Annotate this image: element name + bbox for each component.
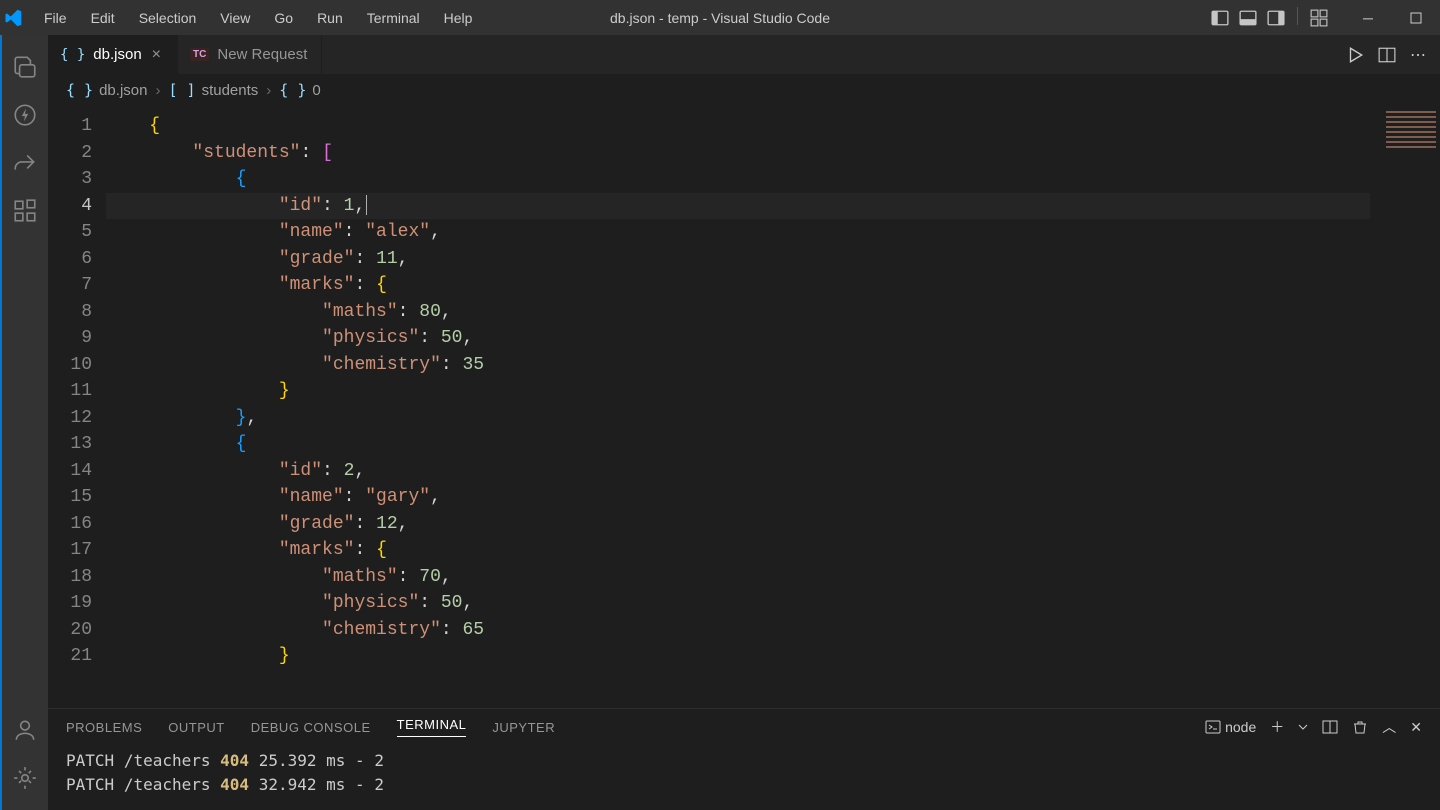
breadcrumb-label: students: [202, 82, 259, 99]
titlebar: FileEditSelectionViewGoRunTerminalHelp d…: [0, 0, 1440, 35]
panel-tab-debug-console[interactable]: DEBUG CONSOLE: [251, 720, 371, 735]
close-icon[interactable]: ×: [150, 44, 163, 66]
panel-tab-terminal[interactable]: TERMINAL: [397, 717, 467, 737]
more-actions-icon[interactable]: ⋯: [1410, 45, 1426, 65]
tab-label: New Request: [217, 46, 307, 63]
titlebar-right: ─: [1209, 0, 1440, 35]
chevron-right-icon: ›: [266, 82, 271, 99]
breadcrumb[interactable]: { } db.json › [ ] students › { } 0: [48, 75, 1440, 105]
layout-right-icon[interactable]: [1265, 7, 1287, 29]
panel-actions: node ＋ ︿ ✕: [1205, 717, 1422, 737]
terminal-output[interactable]: PATCH /teachers 404 25.392 ms - 2PATCH /…: [48, 745, 1440, 810]
line-number-gutter: 123456789101112131415161718192021: [48, 105, 106, 708]
layout-bottom-icon[interactable]: [1237, 7, 1259, 29]
new-terminal-icon[interactable]: ＋: [1270, 717, 1284, 737]
editor-tab[interactable]: { } db.json ×: [48, 35, 178, 74]
maximize-button[interactable]: [1396, 0, 1436, 35]
code-content[interactable]: { "students": [ { "id": 1, "name": "alex…: [106, 105, 1370, 708]
terminal-dropdown-icon[interactable]: [1298, 722, 1308, 732]
extensions-icon[interactable]: [1, 187, 49, 235]
breadcrumb-item[interactable]: { } 0: [279, 81, 320, 99]
run-icon[interactable]: [1346, 46, 1364, 64]
editor-tab[interactable]: TC New Request: [178, 35, 322, 74]
panel-up-chevron-icon[interactable]: ︿: [1382, 717, 1396, 737]
bottom-panel: PROBLEMS OUTPUT DEBUG CONSOLE TERMINAL JUPYT…: [48, 708, 1440, 810]
split-terminal-icon[interactable]: [1322, 719, 1338, 735]
terminal-line: PATCH /teachers 404 32.942 ms - 2: [66, 773, 1422, 797]
split-editor-icon[interactable]: [1378, 46, 1396, 64]
minimize-button[interactable]: ─: [1348, 0, 1388, 35]
breadcrumb-type-icon: { }: [279, 81, 306, 99]
accounts-icon[interactable]: [1, 706, 49, 754]
panel-tabs: PROBLEMS OUTPUT DEBUG CONSOLE TERMINAL JUPYT…: [48, 709, 1440, 745]
menu-go[interactable]: Go: [264, 4, 303, 32]
activity-bar: [0, 35, 48, 810]
explorer-icon[interactable]: [1, 43, 49, 91]
editor-tabs: { } db.json × TC New Request ⋯: [48, 35, 1440, 75]
breadcrumb-type-icon: { }: [66, 81, 93, 99]
tab-row-actions: ⋯: [1332, 35, 1440, 74]
thunder-client-badge-icon: TC: [190, 48, 209, 61]
terminal-shell-selector[interactable]: node: [1205, 719, 1256, 735]
code-editor[interactable]: 123456789101112131415161718192021 { "stu…: [48, 105, 1440, 708]
window-title: db.json - temp - Visual Studio Code: [610, 10, 830, 26]
tab-label: db.json: [93, 46, 141, 63]
share-icon[interactable]: [1, 139, 49, 187]
panel-tab-jupyter[interactable]: JUPYTER: [492, 720, 555, 735]
menu-selection[interactable]: Selection: [129, 4, 207, 32]
panel-tab-problems[interactable]: PROBLEMS: [66, 720, 142, 735]
settings-gear-icon[interactable]: [1, 754, 49, 802]
panel-tab-output[interactable]: OUTPUT: [168, 720, 224, 735]
breadcrumb-type-icon: [ ]: [168, 81, 195, 99]
layout-left-icon[interactable]: [1209, 7, 1231, 29]
vscode-logo-icon: [2, 7, 24, 29]
chevron-right-icon: ›: [155, 82, 160, 99]
shell-name: node: [1225, 719, 1256, 735]
editor-area: { }db.json×TCNew Request ⋯ { }db.json›[ …: [48, 35, 1440, 810]
thunder-client-icon[interactable]: [1, 91, 49, 139]
breadcrumb-label: db.json: [99, 82, 147, 99]
menu-run[interactable]: Run: [307, 4, 353, 32]
breadcrumb-item[interactable]: [ ] students: [168, 81, 258, 99]
breadcrumb-item[interactable]: { } db.json: [66, 81, 147, 99]
breadcrumb-label: 0: [312, 82, 320, 99]
menu-view[interactable]: View: [210, 4, 260, 32]
menu-edit[interactable]: Edit: [81, 4, 125, 32]
minimap[interactable]: [1370, 105, 1440, 708]
kill-terminal-icon[interactable]: [1352, 719, 1368, 735]
customize-layout-icon[interactable]: [1308, 7, 1330, 29]
terminal-line: PATCH /teachers 404 25.392 ms - 2: [66, 749, 1422, 773]
menu-help[interactable]: Help: [434, 4, 483, 32]
menu-terminal[interactable]: Terminal: [357, 4, 430, 32]
menu-bar: FileEditSelectionViewGoRunTerminalHelp: [34, 4, 482, 32]
panel-close-icon[interactable]: ✕: [1410, 719, 1422, 736]
json-file-icon: { }: [60, 47, 85, 63]
menu-file[interactable]: File: [34, 4, 77, 32]
